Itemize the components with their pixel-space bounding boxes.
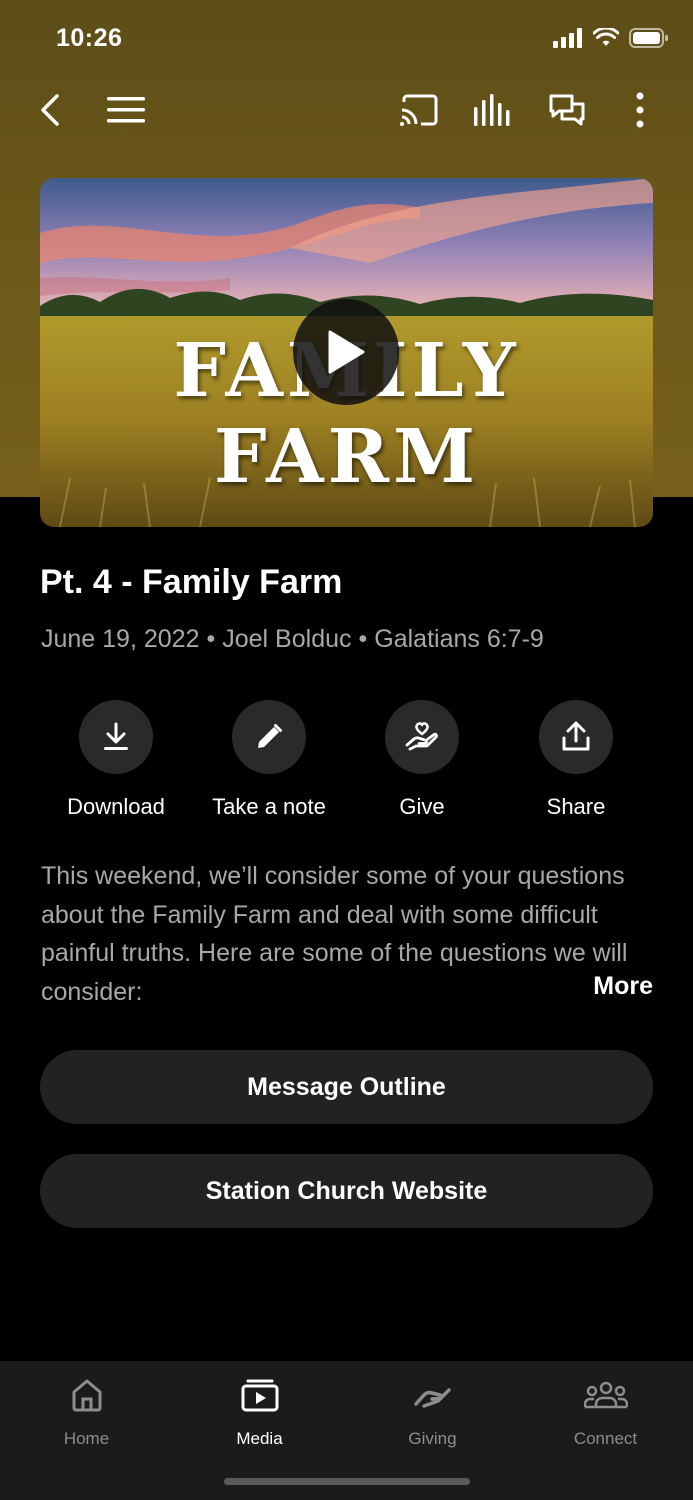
- share-icon: [562, 721, 590, 751]
- church-website-button[interactable]: Station Church Website: [40, 1154, 653, 1228]
- connect-icon: [583, 1381, 628, 1409]
- back-button[interactable]: [28, 88, 72, 132]
- status-icons: [553, 28, 669, 48]
- share-button[interactable]: Share: [501, 700, 651, 820]
- giving-icon: [413, 1388, 451, 1408]
- home-icon: [72, 1379, 101, 1412]
- home-indicator: [224, 1478, 470, 1485]
- give-label: Give: [399, 794, 445, 819]
- action-row: Download Take a note Give Share: [0, 700, 693, 830]
- cast-button[interactable]: [397, 88, 441, 132]
- play-icon: [328, 330, 365, 374]
- chat-button[interactable]: [545, 88, 589, 132]
- battery-icon: [629, 28, 668, 48]
- audio-bars-icon: [474, 94, 510, 126]
- download-button[interactable]: Download: [41, 700, 191, 820]
- meta-separator: •: [358, 625, 368, 653]
- message-scripture[interactable]: Galatians 6:7-9: [374, 625, 544, 653]
- take-note-button[interactable]: Take a note: [194, 700, 344, 820]
- menu-button[interactable]: [104, 88, 148, 132]
- tab-home[interactable]: Home: [0, 1375, 173, 1449]
- message-outline-button[interactable]: Message Outline: [40, 1050, 653, 1124]
- wifi-icon: [593, 28, 619, 46]
- media-icon: [241, 1379, 278, 1412]
- tab-giving[interactable]: Giving: [346, 1375, 519, 1449]
- hamburger-menu-icon: [107, 97, 145, 123]
- vertical-dots-icon: [636, 92, 644, 128]
- status-time: 10:26: [56, 24, 123, 52]
- tab-connect-label: Connect: [573, 1429, 638, 1448]
- tab-home-label: Home: [63, 1429, 110, 1448]
- cast-icon: [400, 94, 438, 126]
- cellular-signal-icon: [553, 28, 582, 48]
- chat-bubbles-icon: [549, 94, 585, 126]
- more-options-button[interactable]: [618, 88, 662, 132]
- download-icon: [104, 722, 128, 750]
- share-label: Share: [546, 794, 606, 819]
- give-circle: [385, 700, 459, 774]
- audio-button[interactable]: [471, 88, 515, 132]
- download-circle: [79, 700, 153, 774]
- tab-media[interactable]: Media: [173, 1375, 346, 1449]
- play-button[interactable]: [293, 299, 399, 405]
- message-date: June 19, 2022: [41, 625, 200, 653]
- status-bar: 10:26: [0, 0, 693, 78]
- tab-giving-label: Giving: [408, 1429, 457, 1448]
- chevron-left-icon: [41, 94, 59, 126]
- tab-media-label: Media: [236, 1429, 283, 1448]
- download-label: Download: [67, 794, 165, 819]
- more-link[interactable]: More: [593, 972, 653, 1001]
- tab-connect[interactable]: Connect: [519, 1375, 692, 1449]
- message-meta: June 19, 2022 • Joel Bolduc • Galatians 6:7-…: [41, 625, 544, 654]
- top-toolbar: [0, 82, 693, 140]
- message-title: Pt. 4 - Family Farm: [40, 563, 343, 601]
- share-circle: [539, 700, 613, 774]
- meta-separator: •: [206, 625, 216, 653]
- take-note-circle: [232, 700, 306, 774]
- take-note-label: Take a note: [212, 794, 326, 819]
- pencil-icon: [258, 724, 282, 748]
- message-description: This weekend, we’ll consider some of you…: [41, 862, 628, 1006]
- message-speaker[interactable]: Joel Bolduc: [222, 625, 351, 653]
- give-button[interactable]: Give: [347, 700, 497, 820]
- heart-hand-icon: [405, 722, 438, 751]
